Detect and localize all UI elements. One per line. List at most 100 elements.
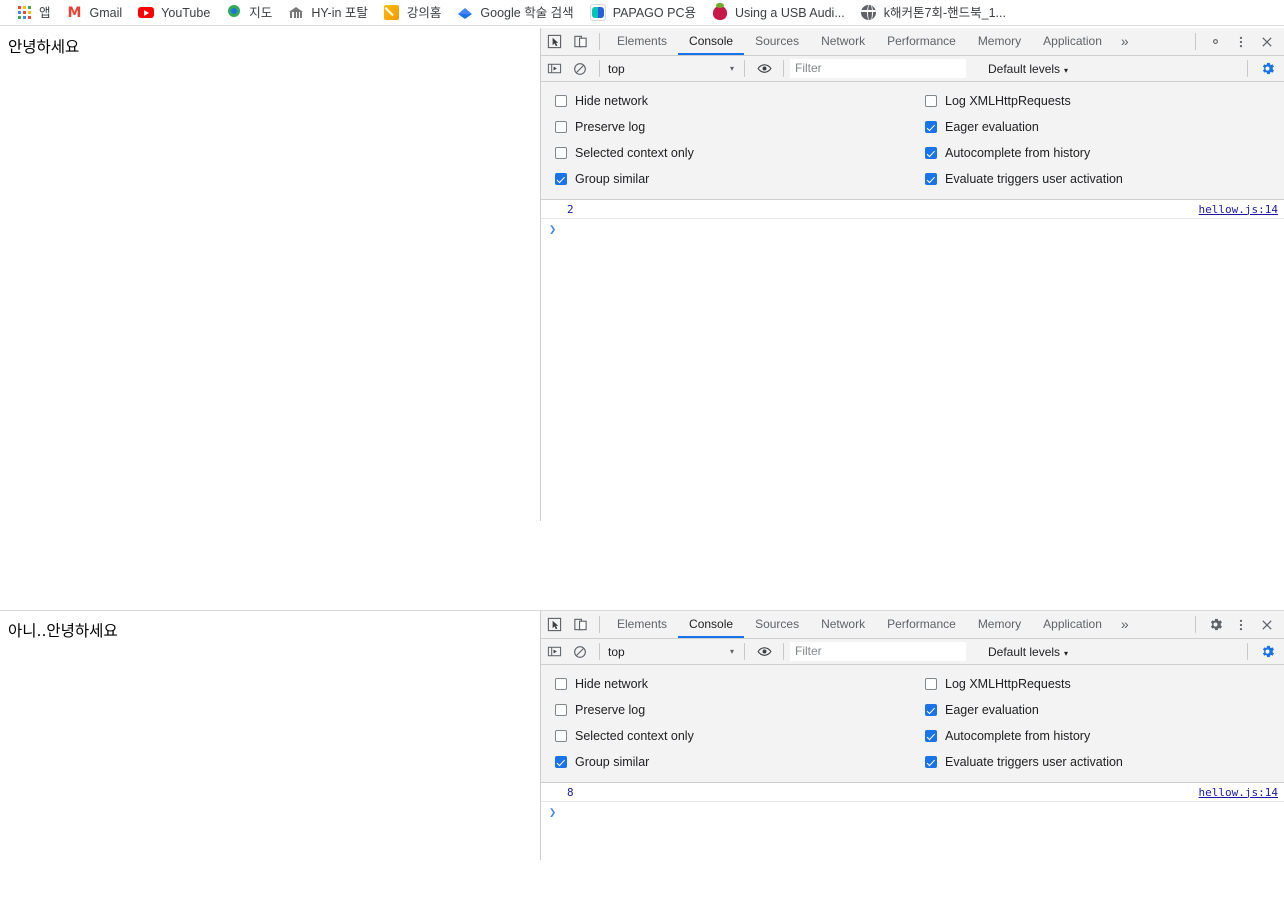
bookmark-maps[interactable]: 지도: [219, 2, 279, 24]
log-levels-dropdown[interactable]: Default levels ▾: [988, 645, 1068, 659]
console-sidebar-toggle-icon[interactable]: [541, 639, 567, 665]
tab-memory[interactable]: Memory: [967, 28, 1032, 55]
execution-context-value: top: [608, 644, 625, 659]
close-devtools-icon[interactable]: [1254, 612, 1280, 638]
checkbox-eager-evaluation[interactable]: Eager evaluation: [911, 697, 1284, 723]
checkbox-autocomplete-from-history[interactable]: Autocomplete from history: [911, 140, 1284, 166]
execution-context-select[interactable]: top ▾: [606, 59, 738, 79]
tab-sources[interactable]: Sources: [744, 28, 810, 55]
checkbox-evaluate-triggers-user-activation[interactable]: Evaluate triggers user activation: [911, 166, 1284, 192]
page-heading: 아니..안녕하세요: [8, 622, 118, 640]
tab-console[interactable]: Console: [678, 611, 745, 638]
console-message-row[interactable]: 2 hellow.js:14: [541, 200, 1284, 219]
checkbox-box[interactable]: [555, 756, 567, 768]
tab-elements[interactable]: Elements: [606, 28, 678, 55]
checkbox-box[interactable]: [925, 95, 937, 107]
checkbox-log-xmlhttprequests[interactable]: Log XMLHttpRequests: [911, 671, 1284, 697]
bookmark-hackathon-handbook[interactable]: k해커톤7회-핸드북_1...: [854, 2, 1013, 24]
console-filter-input[interactable]: Filter: [790, 642, 966, 661]
console-settings-gear-icon[interactable]: [1254, 56, 1280, 82]
tab-elements[interactable]: Elements: [606, 611, 678, 638]
more-tabs-icon[interactable]: »: [1113, 28, 1137, 55]
checkbox-box[interactable]: [555, 704, 567, 716]
checkbox-box[interactable]: [555, 730, 567, 742]
console-filter-input[interactable]: Filter: [790, 59, 966, 78]
checkbox-box[interactable]: [925, 730, 937, 742]
bookmark-google-scholar[interactable]: Google 학술 검색: [450, 2, 580, 24]
checkbox-box[interactable]: [555, 121, 567, 133]
checkbox-box[interactable]: [555, 678, 567, 690]
device-toolbar-icon[interactable]: [567, 29, 593, 55]
tab-application[interactable]: Application: [1032, 611, 1113, 638]
checkbox-group-similar[interactable]: Group similar: [541, 166, 911, 192]
console-prompt-row[interactable]: ❯: [541, 219, 1284, 239]
bookmark-lecture-home[interactable]: 강의홈: [377, 2, 449, 24]
checkbox-hide-network[interactable]: Hide network: [541, 671, 911, 697]
live-expression-eye-icon[interactable]: [751, 56, 777, 82]
close-devtools-icon[interactable]: [1254, 29, 1280, 55]
clear-console-icon[interactable]: [567, 639, 593, 665]
checkbox-label: Preserve log: [575, 120, 646, 134]
checkbox-label: Eager evaluation: [945, 120, 1039, 134]
checkbox-evaluate-triggers-user-activation[interactable]: Evaluate triggers user activation: [911, 749, 1284, 775]
checkbox-group-similar[interactable]: Group similar: [541, 749, 911, 775]
settings-column-right: Log XMLHttpRequests Eager evaluation Aut…: [911, 88, 1284, 192]
checkbox-box[interactable]: [925, 678, 937, 690]
device-toolbar-icon[interactable]: [567, 612, 593, 638]
apps-grid-icon: [16, 5, 32, 21]
bookmark-apps[interactable]: 앱: [9, 2, 58, 24]
checkbox-box[interactable]: [925, 756, 937, 768]
more-options-kebab-icon[interactable]: [1228, 29, 1254, 55]
checkbox-autocomplete-from-history[interactable]: Autocomplete from history: [911, 723, 1284, 749]
checkbox-label: Log XMLHttpRequests: [945, 677, 1071, 691]
clear-console-icon[interactable]: [567, 56, 593, 82]
console-prompt-row[interactable]: ❯: [541, 802, 1284, 822]
tab-application[interactable]: Application: [1032, 28, 1113, 55]
checkbox-eager-evaluation[interactable]: Eager evaluation: [911, 114, 1284, 140]
log-levels-dropdown[interactable]: Default levels ▾: [988, 62, 1068, 76]
inspect-element-icon[interactable]: [541, 29, 567, 55]
more-options-kebab-icon[interactable]: [1228, 612, 1254, 638]
console-message-row[interactable]: 8 hellow.js:14: [541, 783, 1284, 802]
console-message-source-link[interactable]: hellow.js:14: [1199, 203, 1278, 216]
checkbox-box[interactable]: [555, 95, 567, 107]
checkbox-box[interactable]: [555, 147, 567, 159]
live-expression-eye-icon[interactable]: [751, 639, 777, 665]
tab-performance[interactable]: Performance: [876, 28, 967, 55]
bookmark-hyin-portal[interactable]: HY-in 포탈: [281, 2, 375, 24]
tab-memory[interactable]: Memory: [967, 611, 1032, 638]
checkbox-log-xmlhttprequests[interactable]: Log XMLHttpRequests: [911, 88, 1284, 114]
inspect-element-icon[interactable]: [541, 612, 567, 638]
checkbox-preserve-log[interactable]: Preserve log: [541, 697, 911, 723]
checkbox-selected-context-only[interactable]: Selected context only: [541, 140, 911, 166]
settings-gear-icon[interactable]: [1202, 612, 1228, 638]
tab-network[interactable]: Network: [810, 611, 876, 638]
bookmark-label: 앱: [39, 5, 51, 20]
tab-network[interactable]: Network: [810, 28, 876, 55]
settings-gear-icon[interactable]: [1202, 29, 1228, 55]
checkbox-preserve-log[interactable]: Preserve log: [541, 114, 911, 140]
bookmark-gmail[interactable]: M Gmail: [60, 2, 130, 24]
bookmark-label: HY-in 포탈: [311, 5, 368, 20]
console-settings-gear-icon[interactable]: [1254, 639, 1280, 665]
tab-sources[interactable]: Sources: [744, 611, 810, 638]
more-tabs-icon[interactable]: »: [1113, 611, 1137, 638]
checkbox-selected-context-only[interactable]: Selected context only: [541, 723, 911, 749]
console-sidebar-toggle-icon[interactable]: [541, 56, 567, 82]
checkbox-box[interactable]: [925, 147, 937, 159]
console-message-source-link[interactable]: hellow.js:14: [1199, 786, 1278, 799]
checkbox-box[interactable]: [925, 704, 937, 716]
bookmark-papago[interactable]: PAPAGO PC용: [583, 2, 703, 24]
bookmark-usb-audio[interactable]: Using a USB Audi...: [705, 2, 852, 24]
bookmark-youtube[interactable]: YouTube: [131, 2, 217, 24]
tab-console[interactable]: Console: [678, 28, 745, 55]
web-page-content-top: 안녕하세요: [0, 26, 540, 610]
execution-context-select[interactable]: top ▾: [606, 642, 738, 662]
tab-performance[interactable]: Performance: [876, 611, 967, 638]
checkbox-box[interactable]: [555, 173, 567, 185]
checkbox-box[interactable]: [925, 121, 937, 133]
checkbox-label: Group similar: [575, 172, 650, 186]
checkbox-box[interactable]: [925, 173, 937, 185]
checkbox-hide-network[interactable]: Hide network: [541, 88, 911, 114]
google-maps-pin-icon: [226, 4, 242, 21]
